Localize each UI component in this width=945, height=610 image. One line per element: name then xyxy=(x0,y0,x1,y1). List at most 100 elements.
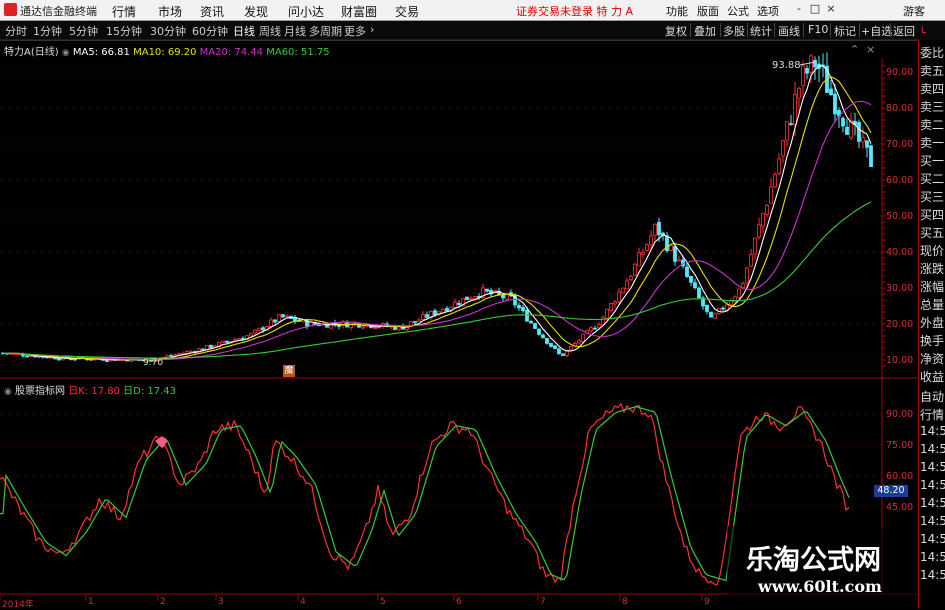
settings-dot-icon[interactable]: ◉ xyxy=(4,387,12,397)
stock-name: 特力A(日线) xyxy=(4,47,59,58)
current-indicator-value: 48.20 xyxy=(874,485,908,497)
side-item[interactable]: 行情 xyxy=(920,406,944,423)
side-item: 14:5 xyxy=(920,496,945,510)
candle-body xyxy=(221,340,225,343)
settings-dot-icon[interactable]: ◉ xyxy=(62,48,70,58)
side-item: 净资 xyxy=(920,352,945,366)
candle-body xyxy=(861,137,865,143)
watermark-title: 乐淘公式网 xyxy=(746,545,881,576)
candle-body xyxy=(841,117,845,127)
side-item: 买五 xyxy=(920,226,945,240)
candle-body xyxy=(769,186,773,204)
side-item: 14:5 xyxy=(920,478,945,492)
candle-body xyxy=(469,298,473,300)
side-item: 总量 xyxy=(920,298,945,312)
indicator-axis-label: 60.00 xyxy=(886,471,914,482)
date-axis-label: 7 xyxy=(540,597,546,607)
indicator-name: 股票指标网 xyxy=(15,386,66,397)
candle-body xyxy=(693,282,697,289)
candle-body xyxy=(89,358,93,361)
price-axis-label: 40.00 xyxy=(886,247,914,258)
price-axis-label: 60.00 xyxy=(886,175,914,186)
candle-body xyxy=(637,252,641,267)
stock-chart xyxy=(0,39,918,600)
candle-body xyxy=(673,246,677,262)
candle-body xyxy=(445,308,449,312)
candle-body xyxy=(169,355,173,357)
candle-body xyxy=(625,280,629,290)
candle-body xyxy=(569,346,573,351)
candle-body xyxy=(553,345,557,349)
candle-body xyxy=(557,348,561,355)
candle-body xyxy=(189,350,193,353)
candle-body xyxy=(649,235,653,246)
candle-body xyxy=(765,205,769,215)
candle-body xyxy=(277,314,281,323)
side-item: 14:5 xyxy=(920,568,945,582)
candle-body xyxy=(165,355,169,358)
side-item: 外盘 xyxy=(920,316,945,330)
candle-body xyxy=(373,327,377,330)
date-axis-label: 6 xyxy=(456,597,462,607)
collapse-icon[interactable]: ⌃ xyxy=(850,43,859,56)
candle-body xyxy=(549,342,553,347)
side-item: 买四 xyxy=(920,208,945,222)
candle-body xyxy=(521,306,525,312)
candle-body xyxy=(845,126,849,135)
ma20-value: MA20: 74.44 xyxy=(199,47,264,58)
date-axis-label: 1 xyxy=(88,597,94,607)
candle-body xyxy=(177,353,181,356)
candle-body xyxy=(533,323,537,329)
ma5-line xyxy=(2,65,872,361)
candle-body xyxy=(653,223,657,236)
side-item: 买一 xyxy=(920,154,945,168)
candle-body xyxy=(773,174,777,188)
chart-grid xyxy=(0,39,918,600)
candle-body xyxy=(613,301,617,305)
low-price-label: 9.70 xyxy=(143,358,164,368)
candle-body xyxy=(729,300,733,306)
candle-body xyxy=(29,355,33,358)
candle-body xyxy=(561,353,565,356)
date-axis-label: 4 xyxy=(300,597,306,607)
k-line xyxy=(0,402,850,586)
side-item: 14:5 xyxy=(920,424,945,438)
candle-body xyxy=(261,327,265,331)
candle-body xyxy=(777,158,781,174)
candle-body xyxy=(537,328,541,335)
candle-body xyxy=(593,327,597,330)
side-item: 14:5 xyxy=(920,532,945,546)
quote-side-panel: L 委比 卖五 卖四 卖三 卖二 卖一 买一 买二 买三 买四 买五 现价 涨跌… xyxy=(918,26,945,609)
candle-body xyxy=(833,93,837,115)
candle-body xyxy=(361,326,365,329)
candle-body xyxy=(269,319,273,327)
candle-body xyxy=(545,337,549,344)
candle-body xyxy=(257,327,261,331)
candle-body xyxy=(829,88,833,96)
ma60-line xyxy=(2,201,872,359)
side-item: 卖四 xyxy=(920,82,945,96)
close-panel-icon[interactable]: × xyxy=(866,43,875,56)
side-item[interactable]: 自动 xyxy=(920,388,944,405)
ma10-line xyxy=(2,76,872,361)
candle-body xyxy=(761,213,765,227)
price-axis-label: 20.00 xyxy=(886,319,914,330)
candle-body xyxy=(517,304,521,309)
ma20-line xyxy=(2,100,872,361)
side-item: 涨跌 xyxy=(920,262,945,276)
candle-body xyxy=(581,333,585,342)
side-item: 14:5 xyxy=(920,514,945,528)
candle-body xyxy=(689,275,693,283)
indicator-axis-label: 75.00 xyxy=(886,440,914,451)
candle-body xyxy=(485,288,489,292)
candle-body xyxy=(797,87,801,99)
candle-body xyxy=(669,245,673,251)
candle-body xyxy=(857,121,861,142)
candle-body xyxy=(337,325,341,327)
side-item: 14:5 xyxy=(920,460,945,474)
candle-body xyxy=(749,254,753,267)
candle-body xyxy=(105,360,109,363)
side-tab-icon[interactable]: L xyxy=(921,26,926,36)
signal-marker[interactable]: 魔 xyxy=(283,365,295,377)
candle-body xyxy=(793,94,797,125)
